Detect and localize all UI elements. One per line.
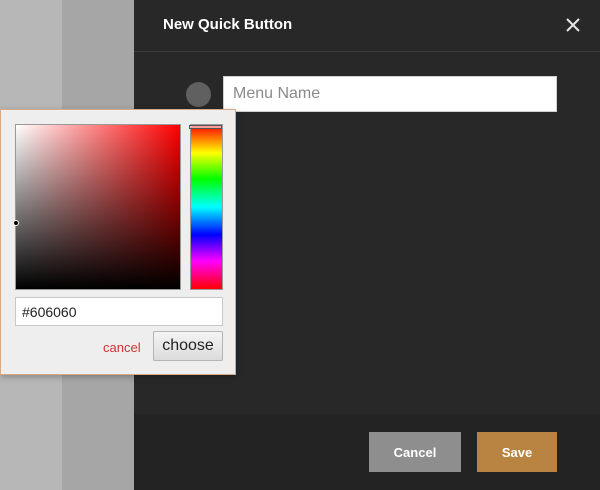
dialog-footer: Cancel Save [134,414,600,490]
hex-color-input[interactable] [15,297,223,326]
choose-button[interactable]: choose [153,331,223,361]
color-swatch-button[interactable] [186,82,211,107]
saturation-value-handle[interactable] [13,220,19,226]
dialog-header: New Quick Button [134,0,600,52]
save-button[interactable]: Save [477,432,557,472]
hue-slider-handle[interactable] [189,125,222,129]
hue-slider[interactable] [189,124,223,290]
picker-cancel-link[interactable]: cancel [103,340,141,355]
saturation-value-field[interactable] [13,124,181,290]
close-icon[interactable] [562,14,584,36]
color-picker-popup: cancel choose [0,109,236,375]
dialog-title: New Quick Button [163,16,293,33]
menu-name-input[interactable] [223,76,557,112]
cancel-button[interactable]: Cancel [369,432,461,472]
